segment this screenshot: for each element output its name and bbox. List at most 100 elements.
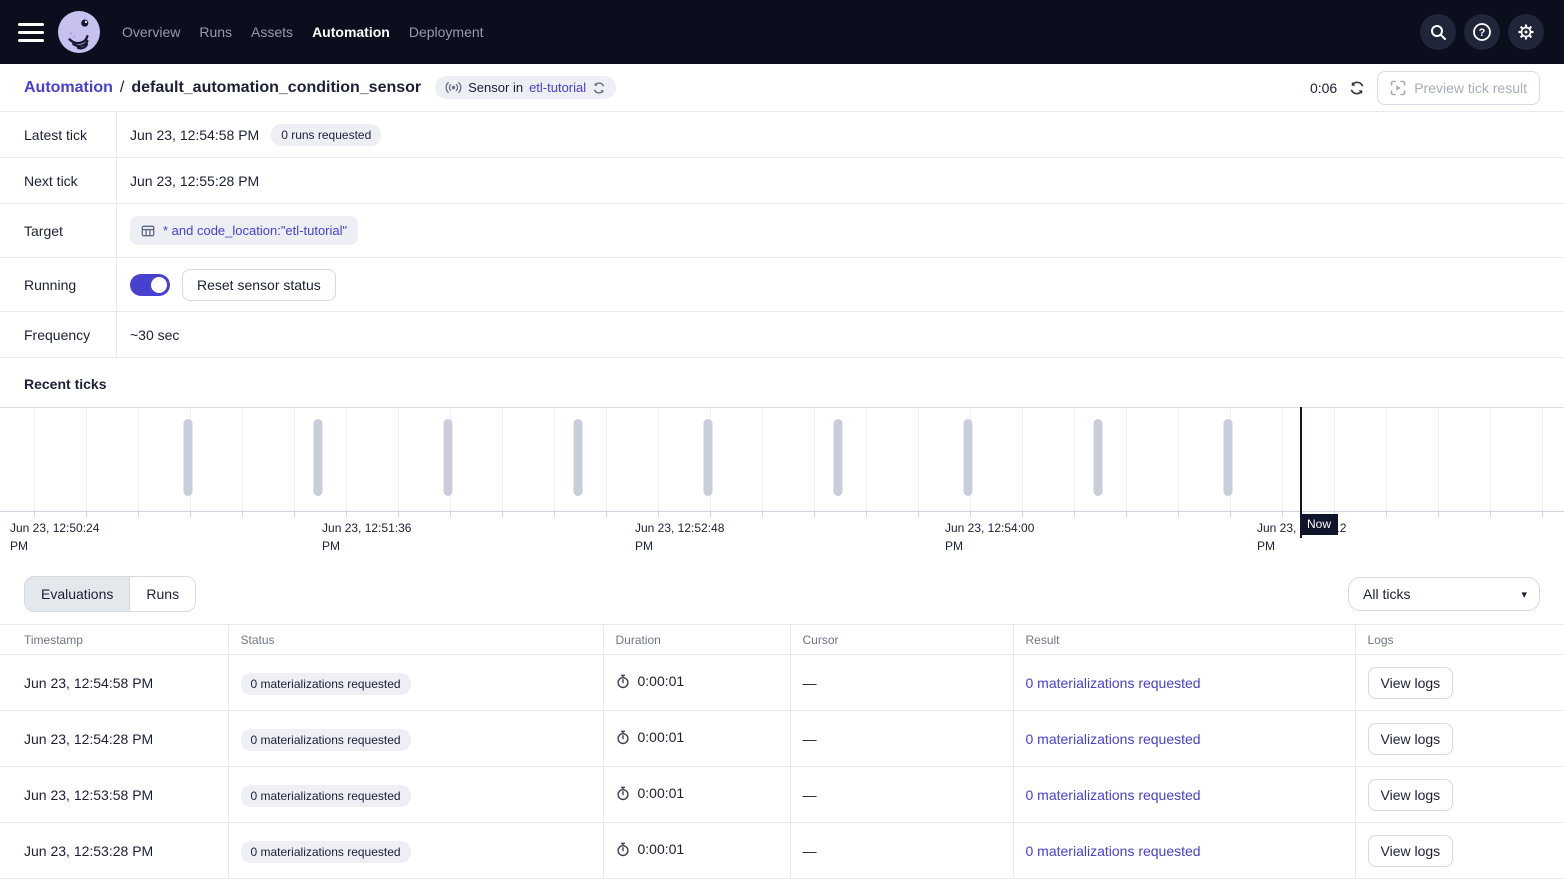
detail-row-target: Target * and code_location:"etl-tutorial…: [0, 204, 1564, 258]
gridline: [242, 408, 243, 511]
axis-tick: [1386, 512, 1387, 517]
detail-row-latest-tick: Latest tick Jun 23, 12:54:58 PM 0 runs r…: [0, 112, 1564, 158]
sensor-badge-prefix: Sensor in: [468, 80, 523, 95]
sync-icon[interactable]: [592, 81, 606, 95]
sensor-details: Latest tick Jun 23, 12:54:58 PM 0 runs r…: [0, 112, 1564, 358]
tick-result-link[interactable]: 0 materializations requested: [1026, 731, 1201, 747]
nav-actions: ?: [1420, 14, 1544, 50]
gridline: [1178, 408, 1179, 511]
axis-label: Jun 23, 12:54:00 PM: [945, 519, 1034, 555]
tick-duration: 0:00:01: [616, 785, 685, 801]
gridline: [1386, 408, 1387, 511]
tick-bar[interactable]: [704, 419, 713, 496]
tab-evaluations[interactable]: Evaluations: [25, 577, 129, 611]
help-button[interactable]: ?: [1464, 14, 1500, 50]
gridline: [658, 408, 659, 511]
tick-result-link[interactable]: 0 materializations requested: [1026, 787, 1201, 803]
running-label: Running: [0, 258, 117, 311]
nav-item-overview[interactable]: Overview: [122, 20, 180, 44]
axis-tick: [918, 512, 919, 517]
nav-menu: Overview Runs Assets Automation Deployme…: [122, 20, 484, 44]
evaluations-table-body: Jun 23, 12:54:58 PM0 materializations re…: [0, 655, 1564, 879]
frequency-label: Frequency: [0, 312, 117, 357]
axis-tick: [242, 512, 243, 517]
stopwatch-icon: [616, 786, 630, 801]
tick-bar[interactable]: [1093, 419, 1102, 496]
evaluation-row: Jun 23, 12:53:58 PM0 materializations re…: [0, 767, 1564, 823]
axis-tick: [1542, 512, 1543, 517]
axis-tick: [450, 512, 451, 517]
target-label: Target: [0, 204, 117, 257]
axis-tick: [762, 512, 763, 517]
axis-tick: [502, 512, 503, 517]
tick-status-badge: 0 materializations requested: [241, 673, 411, 695]
axis-tick: [34, 512, 35, 517]
search-button[interactable]: [1420, 14, 1456, 50]
tick-status-badge: 0 materializations requested: [241, 785, 411, 807]
breadcrumb-automation-link[interactable]: Automation: [24, 79, 113, 97]
running-toggle[interactable]: [130, 274, 170, 296]
table-header-row: Timestamp Status Duration Cursor Result …: [0, 625, 1564, 655]
tick-bar[interactable]: [833, 419, 842, 496]
tick-status-badge: 0 materializations requested: [241, 841, 411, 863]
col-header-cursor: Cursor: [790, 625, 1013, 655]
target-selection-text: * and code_location:"etl-tutorial": [163, 223, 347, 238]
nav-item-automation[interactable]: Automation: [312, 20, 390, 44]
axis-tick: [1022, 512, 1023, 517]
menu-icon[interactable]: [18, 23, 44, 42]
tab-runs[interactable]: Runs: [129, 577, 195, 611]
nav-item-assets[interactable]: Assets: [251, 20, 293, 44]
gridline: [1022, 408, 1023, 511]
tick-duration: 0:00:01: [616, 673, 685, 689]
axis-label: Jun 23, 12:52:48 PM: [635, 519, 724, 555]
recent-ticks-heading: Recent ticks: [0, 358, 1564, 407]
header-actions: 0:06 Preview tick result: [1310, 71, 1540, 105]
sensor-icon: [445, 81, 462, 94]
axis-label: Jun 23, 12:51:36 PM: [322, 519, 411, 555]
nav-item-runs[interactable]: Runs: [199, 20, 232, 44]
tick-cursor: —: [803, 675, 817, 691]
axis-tick: [970, 512, 971, 517]
axis-tick: [606, 512, 607, 517]
tick-bar[interactable]: [313, 419, 322, 496]
tick-bar[interactable]: [443, 419, 452, 496]
detail-row-next-tick: Next tick Jun 23, 12:55:28 PM: [0, 158, 1564, 204]
evaluation-row: Jun 23, 12:54:58 PM0 materializations re…: [0, 655, 1564, 711]
axis-tick: [398, 512, 399, 517]
gridline: [814, 408, 815, 511]
tick-bar[interactable]: [1224, 419, 1233, 496]
dagster-logo-icon[interactable]: [58, 11, 100, 53]
gear-icon: [1516, 22, 1536, 42]
view-logs-button[interactable]: View logs: [1368, 667, 1454, 699]
view-logs-button[interactable]: View logs: [1368, 723, 1454, 755]
tick-filter-dropdown[interactable]: All ticks ▾: [1348, 577, 1540, 611]
breadcrumb-separator: /: [120, 79, 124, 97]
preview-tick-result-label: Preview tick result: [1414, 80, 1527, 96]
axis-tick: [814, 512, 815, 517]
evaluations-table: Timestamp Status Duration Cursor Result …: [0, 624, 1564, 879]
tick-bar[interactable]: [574, 419, 583, 496]
col-header-logs: Logs: [1355, 625, 1564, 655]
list-controls: Evaluations Runs All ticks ▾: [0, 560, 1564, 624]
target-selection-badge[interactable]: * and code_location:"etl-tutorial": [130, 216, 358, 245]
asset-table-icon: [141, 224, 155, 238]
settings-button[interactable]: [1508, 14, 1544, 50]
ticks-timeline: Jun 23, 12:50:24 PMJun 23, 12:51:36 PMJu…: [0, 407, 1564, 560]
gridline: [918, 408, 919, 511]
reset-sensor-status-button[interactable]: Reset sensor status: [182, 269, 336, 301]
nav-item-deployment[interactable]: Deployment: [409, 20, 484, 44]
preview-tick-result-button[interactable]: Preview tick result: [1377, 71, 1540, 105]
refresh-button[interactable]: [1349, 80, 1365, 96]
timeline-plot: [0, 407, 1564, 512]
frequency-value: ~30 sec: [130, 327, 179, 343]
gridline: [1074, 408, 1075, 511]
tick-bar[interactable]: [183, 419, 192, 496]
recent-ticks-section: Recent ticks Jun 23, 12:50:24 PMJun 23, …: [0, 358, 1564, 560]
refresh-icon: [1349, 80, 1365, 96]
tick-result-link[interactable]: 0 materializations requested: [1026, 675, 1201, 691]
axis-tick: [1126, 512, 1127, 517]
tick-duration: 0:00:01: [616, 729, 685, 745]
code-location-link[interactable]: etl-tutorial: [529, 80, 586, 95]
view-logs-button[interactable]: View logs: [1368, 779, 1454, 811]
tick-bar[interactable]: [963, 419, 972, 496]
